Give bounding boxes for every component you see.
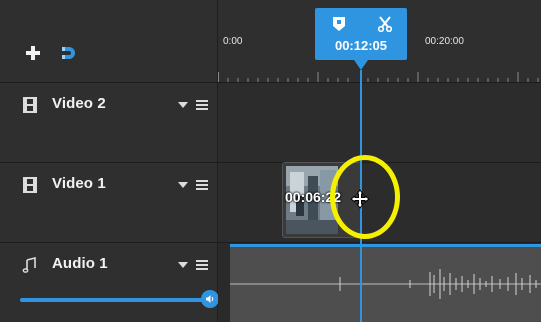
move-cursor-icon (350, 189, 370, 209)
ruler-ticks (218, 72, 539, 82)
film-icon (23, 97, 37, 113)
hamburger-menu-icon[interactable] (196, 99, 208, 111)
playhead-handle[interactable]: 00:12:05 (315, 8, 407, 70)
timeline-editor: Video 2 Video 1 Audio 1 0:00 00:20:00 00… (0, 0, 541, 322)
plus-icon (26, 46, 40, 60)
ruler-label: 00:20:00 (425, 36, 464, 47)
track-name: Video 1 (52, 175, 106, 192)
marker-icon[interactable] (331, 16, 347, 32)
ruler-label: 0:00 (223, 36, 243, 47)
hamburger-menu-icon[interactable] (196, 259, 208, 271)
track-name: Audio 1 (52, 255, 108, 272)
audio-waveform (230, 269, 541, 299)
caret-down-icon[interactable] (178, 181, 188, 189)
music-note-icon (22, 257, 36, 273)
track-header-panel: Video 2 Video 1 Audio 1 (0, 0, 219, 322)
track-name: Video 2 (52, 95, 106, 112)
film-icon (23, 177, 37, 193)
playhead-timecode: 00:12:05 (334, 38, 388, 53)
caret-down-icon[interactable] (178, 101, 188, 109)
track-header-video-1[interactable]: Video 1 (0, 162, 218, 242)
audio-clip[interactable] (230, 244, 541, 322)
lane-video-2[interactable] (218, 82, 541, 162)
track-header-audio-1[interactable]: Audio 1 (0, 242, 218, 322)
volume-slider-handle[interactable] (201, 290, 219, 308)
volume-slider[interactable] (20, 298, 206, 302)
magnet-icon (62, 47, 75, 59)
speaker-icon (206, 295, 214, 303)
add-track-button[interactable] (22, 42, 44, 64)
track-header-video-2[interactable]: Video 2 (0, 82, 218, 162)
snap-toggle-button[interactable] (58, 42, 80, 64)
hamburger-menu-icon[interactable] (196, 179, 208, 191)
timeline-toolbar (0, 0, 218, 82)
caret-down-icon[interactable] (178, 261, 188, 269)
scissors-icon[interactable] (377, 16, 393, 32)
timeline-area: 0:00 00:20:00 00:06:22 00:12:05 (218, 0, 541, 322)
